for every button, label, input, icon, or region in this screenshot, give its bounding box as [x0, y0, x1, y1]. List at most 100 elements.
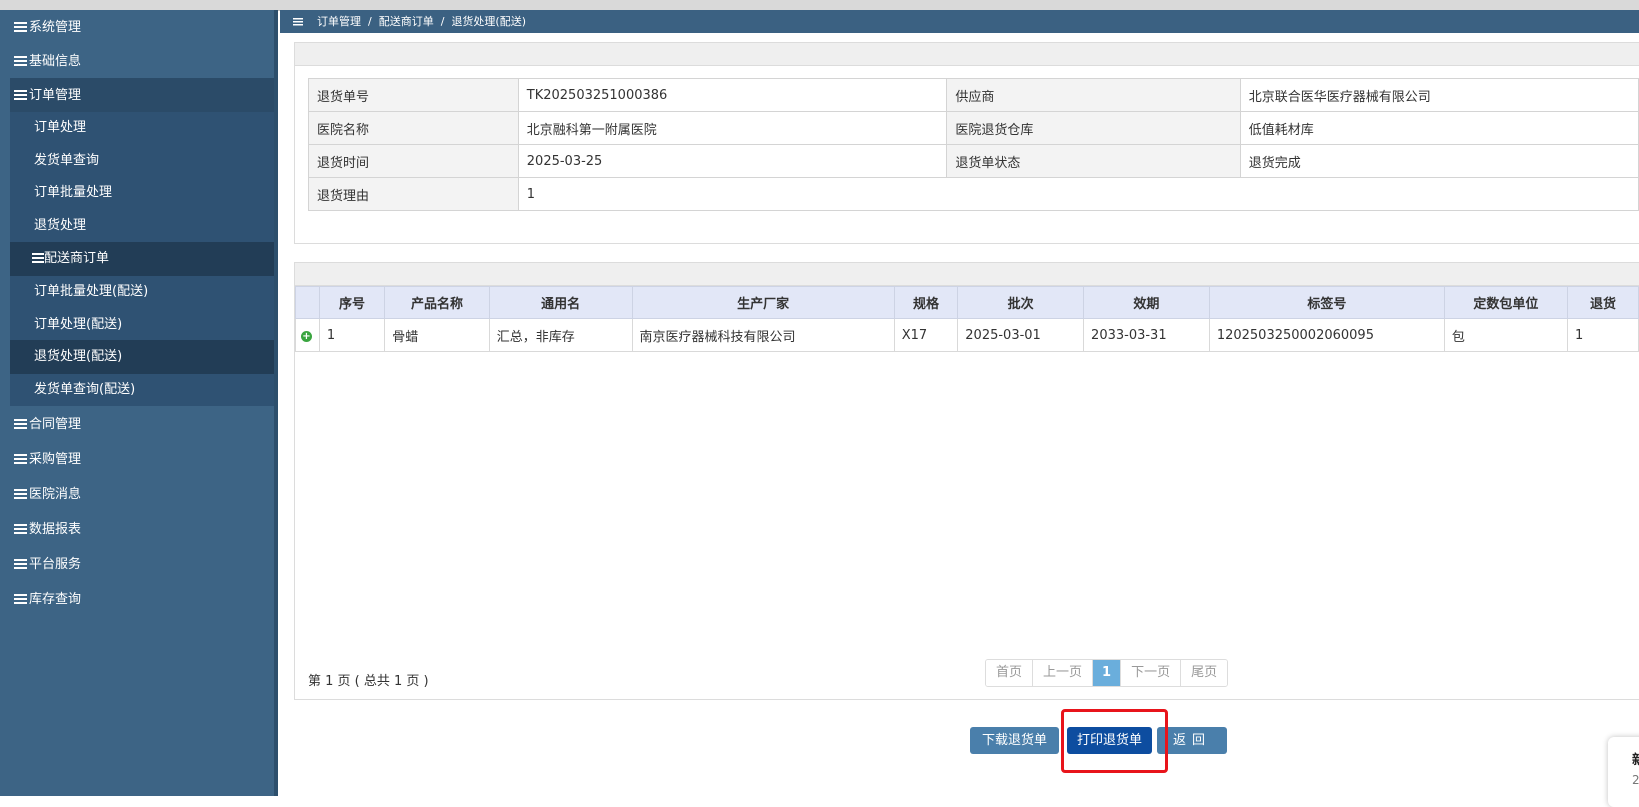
list-icon	[14, 56, 27, 66]
list-icon	[14, 90, 27, 100]
sidebar-item-return-process[interactable]: 退货处理	[10, 209, 274, 243]
table-cell: 汇总，非库存	[488, 318, 633, 352]
page-info: 第 1 页 ( 总共 1 页 )	[308, 674, 429, 689]
sidebar-group-label: 合同管理	[29, 417, 82, 432]
sidebar-group-label: 基础信息	[29, 54, 82, 69]
sidebar-item-label: 订单处理	[34, 120, 87, 135]
notification-text: 2	[1632, 773, 1639, 787]
sidebar-group-basic-info[interactable]: 基础信息	[0, 44, 274, 80]
sidebar-border	[274, 10, 278, 796]
column-header[interactable]: 产品名称	[384, 286, 490, 319]
list-icon	[14, 454, 27, 464]
return-no-label: 退货单号	[308, 78, 519, 112]
supplier-label: 供应商	[946, 78, 1241, 112]
panel-header	[295, 43, 1639, 66]
hospital-label: 医院名称	[308, 111, 519, 145]
sidebar-group-label: 医院消息	[29, 487, 82, 502]
return-reason-label: 退货理由	[308, 177, 519, 211]
table-cell: 1	[318, 318, 386, 352]
list-icon	[14, 559, 27, 569]
sidebar-item-label: 订单批量处理(配送)	[34, 284, 149, 299]
sidebar-item-label: 订单批量处理	[34, 185, 113, 200]
prev-page-button[interactable]: 上一页	[1032, 660, 1093, 686]
return-time-value: 2025-03-25	[517, 144, 948, 178]
column-header[interactable]: 效期	[1083, 286, 1210, 319]
return-time-label: 退货时间	[308, 144, 519, 178]
column-header[interactable]: 规格	[893, 286, 959, 319]
return-info-table: 退货单号 TK202503251000386 供应商 北京联合医华医疗器械有限公…	[308, 78, 1639, 211]
table-cell: X17	[893, 318, 959, 352]
return-info-panel: 退货单号 TK202503251000386 供应商 北京联合医华医疗器械有限公…	[294, 42, 1639, 244]
sidebar-group-hospital-messages[interactable]: 医院消息	[0, 477, 274, 513]
return-detail-panel: 序号 产品名称 通用名 生产厂家 规格 批次 效期 标签号 定数包单位 退货 +…	[294, 262, 1639, 700]
table-cell: 1	[1566, 318, 1639, 352]
expand-plus-icon[interactable]: +	[301, 330, 312, 342]
column-header[interactable]: 通用名	[488, 286, 633, 319]
sidebar-item-label: 配送商订单	[44, 251, 110, 266]
warehouse-label: 医院退货仓库	[946, 111, 1241, 145]
breadcrumb-item-current: 退货处理(配送)	[451, 15, 527, 28]
supplier-value: 北京联合医华医疗器械有限公司	[1239, 78, 1639, 112]
sidebar-item-label: 退货处理	[34, 218, 87, 233]
sidebar-item-return-process-distribution[interactable]: 退货处理(配送)	[10, 340, 274, 374]
table-row[interactable]: + 1 骨蜡 汇总，非库存 南京医疗器械科技有限公司 X17 2025-03-0…	[295, 318, 1639, 352]
column-header[interactable]: 标签号	[1208, 286, 1445, 319]
sidebar-item-label: 订单处理(配送)	[34, 317, 123, 332]
expand-cell[interactable]: +	[295, 318, 320, 352]
current-page-button[interactable]: 1	[1092, 660, 1121, 686]
sidebar-group-label: 数据报表	[29, 522, 82, 537]
table-cell: 南京医疗器械科技有限公司	[631, 318, 895, 352]
sidebar-item-batch-process[interactable]: 订单批量处理	[10, 176, 274, 210]
sidebar-item-label: 发货单查询	[34, 153, 100, 168]
sidebar-group-system[interactable]: 系统管理	[0, 10, 274, 46]
table-cell: 包	[1443, 318, 1568, 352]
list-icon	[14, 489, 27, 499]
return-status-label: 退货单状态	[946, 144, 1241, 178]
sidebar-group-purchasing[interactable]: 采购管理	[0, 442, 274, 478]
list-icon	[14, 22, 27, 32]
sidebar-group-orders[interactable]: 订单管理	[0, 78, 274, 114]
sidebar-group-label: 系统管理	[29, 20, 82, 35]
return-status-value: 退货完成	[1239, 144, 1639, 178]
column-header[interactable]: 定数包单位	[1443, 286, 1568, 319]
breadcrumb-separator: /	[368, 15, 372, 28]
list-icon	[14, 419, 27, 429]
breadcrumb-item[interactable]: 订单管理	[317, 15, 361, 28]
sidebar-group-label: 库存查询	[29, 592, 82, 607]
next-page-button[interactable]: 下一页	[1120, 660, 1181, 686]
sidebar: 系统管理 基础信息 订单管理 订单处理 发货单查询 订单批量处理 退货处理 配送…	[0, 10, 278, 796]
sidebar-group-contracts[interactable]: 合同管理	[0, 407, 274, 443]
column-header[interactable]: 退货	[1566, 286, 1639, 319]
panel-header	[295, 263, 1639, 286]
sidebar-item-distributor-orders[interactable]: 配送商订单	[10, 242, 274, 276]
breadcrumb: 订单管理 / 配送商订单 / 退货处理(配送)	[280, 10, 1639, 33]
notification-title: 新	[1632, 753, 1639, 768]
list-icon	[14, 524, 27, 534]
last-page-button[interactable]: 尾页	[1180, 660, 1228, 686]
table-cell: 1202503250002060095	[1208, 318, 1445, 352]
download-return-button[interactable]: 下载退货单	[970, 727, 1059, 754]
breadcrumb-separator: /	[440, 15, 445, 28]
sidebar-group-platform-services[interactable]: 平台服务	[0, 547, 274, 583]
notification-popup[interactable]: 新 2	[1608, 737, 1639, 807]
table-cell: 骨蜡	[384, 318, 490, 352]
sidebar-item-order-process-distribution[interactable]: 订单处理(配送)	[10, 308, 274, 342]
sidebar-item-order-process[interactable]: 订单处理	[10, 111, 274, 145]
menu-toggle-icon[interactable]	[293, 18, 303, 26]
column-header[interactable]: 批次	[957, 286, 1085, 319]
column-header[interactable]: 生产厂家	[631, 286, 895, 319]
sidebar-group-label: 平台服务	[29, 557, 82, 572]
return-detail-table: 序号 产品名称 通用名 生产厂家 规格 批次 效期 标签号 定数包单位 退货 +…	[295, 286, 1639, 352]
first-page-button[interactable]: 首页	[986, 660, 1033, 686]
sidebar-item-shipment-query[interactable]: 发货单查询	[10, 144, 274, 178]
sidebar-group-reports[interactable]: 数据报表	[0, 512, 274, 548]
sidebar-group-inventory-query[interactable]: 库存查询	[0, 582, 274, 618]
hospital-value: 北京融科第一附属医院	[517, 111, 948, 145]
sidebar-item-batch-process-distribution[interactable]: 订单批量处理(配送)	[10, 275, 274, 309]
column-header[interactable]: 序号	[318, 286, 386, 319]
list-icon	[32, 253, 44, 263]
breadcrumb-item[interactable]: 配送商订单	[379, 15, 434, 28]
list-icon	[14, 594, 27, 604]
sidebar-item-shipment-query-distribution[interactable]: 发货单查询(配送)	[10, 373, 274, 407]
pagination: 首页 上一页 1 下一页 尾页	[985, 659, 1229, 687]
